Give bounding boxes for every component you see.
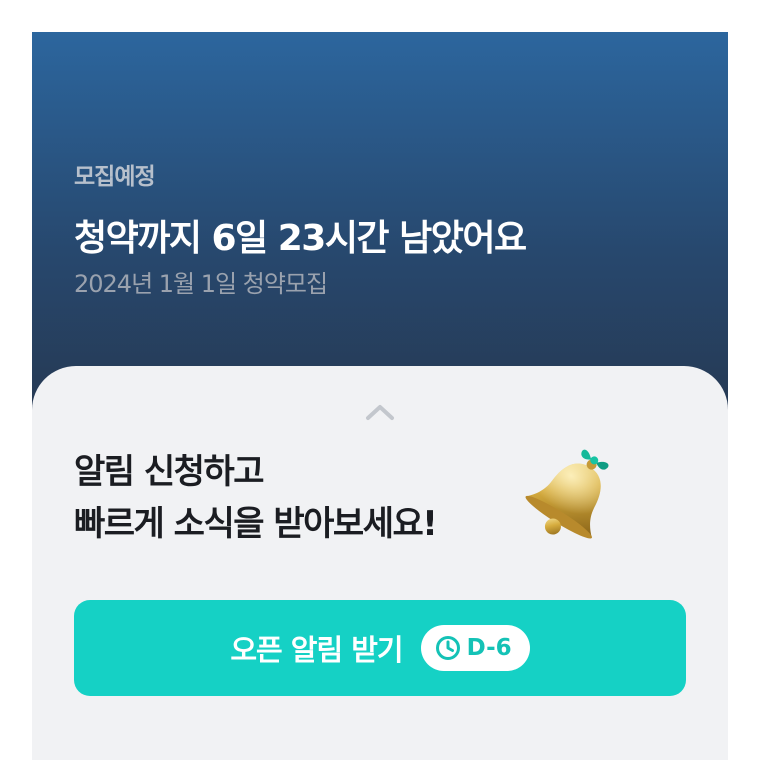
cta-label: 오픈 알림 받기 bbox=[230, 633, 403, 667]
status-label: 모집예정 bbox=[74, 164, 156, 190]
promo-line-2: 빠르게 소식을 받아보세요! bbox=[74, 504, 438, 544]
promo-text: 알림 신청하고 빠르게 소식을 받아보세요! bbox=[74, 446, 438, 550]
open-notification-button[interactable]: 오픈 알림 받기 D-6 bbox=[74, 600, 686, 696]
promo-line-1: 알림 신청하고 bbox=[74, 452, 265, 492]
subscription-screen: 모집예정 청약까지 6일 23시간 남았어요 2024년 1월 1일 청약모집 … bbox=[32, 32, 728, 760]
dday-badge: D-6 bbox=[420, 625, 530, 671]
subscription-date: 2024년 1월 1일 청약모집 bbox=[74, 270, 328, 298]
notification-sheet: 알림 신청하고 빠르게 소식을 받아보세요! 오픈 알림 받기 D-6 bbox=[32, 366, 728, 760]
bell-icon bbox=[525, 449, 609, 539]
dday-text: D-6 bbox=[466, 635, 512, 661]
countdown-title: 청약까지 6일 23시간 남았어요 bbox=[74, 218, 527, 259]
clock-icon bbox=[435, 636, 460, 660]
chevron-up-icon[interactable] bbox=[364, 402, 396, 422]
